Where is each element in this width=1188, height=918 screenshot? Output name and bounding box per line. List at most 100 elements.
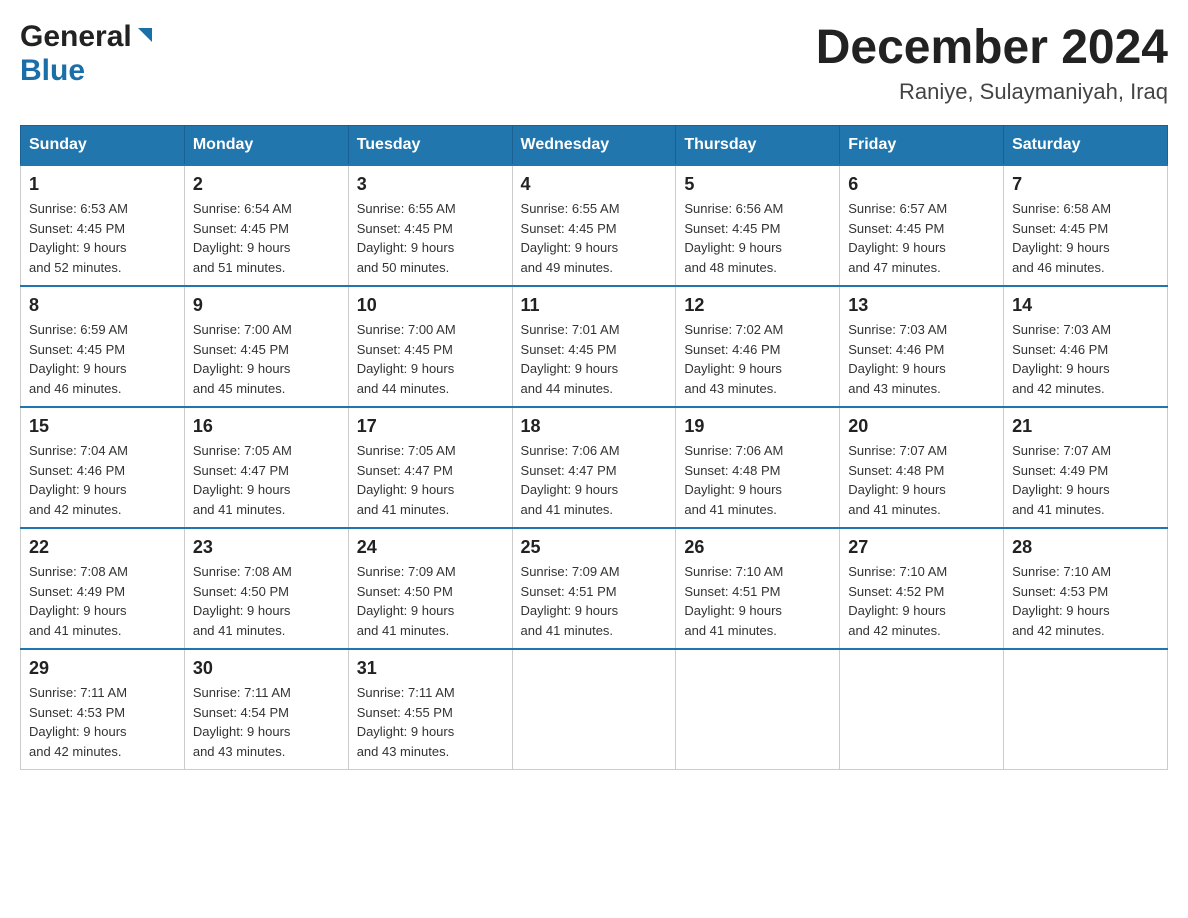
calendar-cell: 9 Sunrise: 7:00 AMSunset: 4:45 PMDayligh…	[184, 286, 348, 407]
day-number: 12	[684, 295, 831, 316]
day-info: Sunrise: 7:08 AMSunset: 4:50 PMDaylight:…	[193, 564, 292, 638]
calendar-cell: 4 Sunrise: 6:55 AMSunset: 4:45 PMDayligh…	[512, 165, 676, 286]
calendar-cell: 7 Sunrise: 6:58 AMSunset: 4:45 PMDayligh…	[1004, 165, 1168, 286]
col-header-tuesday: Tuesday	[348, 126, 512, 166]
day-number: 19	[684, 416, 831, 437]
calendar-cell: 29 Sunrise: 7:11 AMSunset: 4:53 PMDaylig…	[21, 649, 185, 770]
header: General Blue December 2024 Raniye, Sulay…	[20, 20, 1168, 105]
day-number: 25	[521, 537, 668, 558]
col-header-friday: Friday	[840, 126, 1004, 166]
day-number: 18	[521, 416, 668, 437]
day-number: 21	[1012, 416, 1159, 437]
day-info: Sunrise: 7:01 AMSunset: 4:45 PMDaylight:…	[521, 322, 620, 396]
calendar-cell: 30 Sunrise: 7:11 AMSunset: 4:54 PMDaylig…	[184, 649, 348, 770]
calendar-cell: 11 Sunrise: 7:01 AMSunset: 4:45 PMDaylig…	[512, 286, 676, 407]
day-info: Sunrise: 6:58 AMSunset: 4:45 PMDaylight:…	[1012, 201, 1111, 275]
day-number: 31	[357, 658, 504, 679]
col-header-saturday: Saturday	[1004, 126, 1168, 166]
calendar-cell: 5 Sunrise: 6:56 AMSunset: 4:45 PMDayligh…	[676, 165, 840, 286]
day-info: Sunrise: 7:09 AMSunset: 4:50 PMDaylight:…	[357, 564, 456, 638]
calendar-cell	[676, 649, 840, 770]
day-info: Sunrise: 6:54 AMSunset: 4:45 PMDaylight:…	[193, 201, 292, 275]
day-info: Sunrise: 7:06 AMSunset: 4:48 PMDaylight:…	[684, 443, 783, 517]
week-row-4: 22 Sunrise: 7:08 AMSunset: 4:49 PMDaylig…	[21, 528, 1168, 649]
calendar-cell	[512, 649, 676, 770]
week-row-2: 8 Sunrise: 6:59 AMSunset: 4:45 PMDayligh…	[21, 286, 1168, 407]
day-number: 8	[29, 295, 176, 316]
calendar-cell: 21 Sunrise: 7:07 AMSunset: 4:49 PMDaylig…	[1004, 407, 1168, 528]
week-row-1: 1 Sunrise: 6:53 AMSunset: 4:45 PMDayligh…	[21, 165, 1168, 286]
day-info: Sunrise: 7:02 AMSunset: 4:46 PMDaylight:…	[684, 322, 783, 396]
calendar-cell: 12 Sunrise: 7:02 AMSunset: 4:46 PMDaylig…	[676, 286, 840, 407]
calendar-cell: 25 Sunrise: 7:09 AMSunset: 4:51 PMDaylig…	[512, 528, 676, 649]
day-info: Sunrise: 7:00 AMSunset: 4:45 PMDaylight:…	[193, 322, 292, 396]
day-number: 5	[684, 174, 831, 195]
week-row-5: 29 Sunrise: 7:11 AMSunset: 4:53 PMDaylig…	[21, 649, 1168, 770]
day-info: Sunrise: 7:05 AMSunset: 4:47 PMDaylight:…	[193, 443, 292, 517]
day-number: 9	[193, 295, 340, 316]
day-number: 29	[29, 658, 176, 679]
calendar-cell: 13 Sunrise: 7:03 AMSunset: 4:46 PMDaylig…	[840, 286, 1004, 407]
calendar-cell: 15 Sunrise: 7:04 AMSunset: 4:46 PMDaylig…	[21, 407, 185, 528]
day-info: Sunrise: 7:08 AMSunset: 4:49 PMDaylight:…	[29, 564, 128, 638]
col-header-sunday: Sunday	[21, 126, 185, 166]
logo: General Blue	[20, 20, 156, 88]
day-info: Sunrise: 7:10 AMSunset: 4:53 PMDaylight:…	[1012, 564, 1111, 638]
month-title: December 2024	[816, 20, 1168, 75]
day-number: 17	[357, 416, 504, 437]
calendar-cell: 17 Sunrise: 7:05 AMSunset: 4:47 PMDaylig…	[348, 407, 512, 528]
day-info: Sunrise: 6:53 AMSunset: 4:45 PMDaylight:…	[29, 201, 128, 275]
day-number: 22	[29, 537, 176, 558]
day-number: 3	[357, 174, 504, 195]
day-info: Sunrise: 7:03 AMSunset: 4:46 PMDaylight:…	[1012, 322, 1111, 396]
calendar-cell: 6 Sunrise: 6:57 AMSunset: 4:45 PMDayligh…	[840, 165, 1004, 286]
day-number: 16	[193, 416, 340, 437]
day-info: Sunrise: 7:05 AMSunset: 4:47 PMDaylight:…	[357, 443, 456, 517]
day-number: 15	[29, 416, 176, 437]
day-info: Sunrise: 7:04 AMSunset: 4:46 PMDaylight:…	[29, 443, 128, 517]
calendar-cell: 10 Sunrise: 7:00 AMSunset: 4:45 PMDaylig…	[348, 286, 512, 407]
day-number: 7	[1012, 174, 1159, 195]
logo-triangle-icon	[134, 24, 156, 46]
logo-blue: Blue	[20, 54, 85, 87]
col-header-thursday: Thursday	[676, 126, 840, 166]
week-row-3: 15 Sunrise: 7:04 AMSunset: 4:46 PMDaylig…	[21, 407, 1168, 528]
day-info: Sunrise: 7:09 AMSunset: 4:51 PMDaylight:…	[521, 564, 620, 638]
calendar-cell: 1 Sunrise: 6:53 AMSunset: 4:45 PMDayligh…	[21, 165, 185, 286]
calendar-cell: 31 Sunrise: 7:11 AMSunset: 4:55 PMDaylig…	[348, 649, 512, 770]
title-area: December 2024 Raniye, Sulaymaniyah, Iraq	[816, 20, 1168, 105]
day-info: Sunrise: 7:11 AMSunset: 4:55 PMDaylight:…	[357, 685, 455, 759]
logo-general: General	[20, 20, 132, 54]
calendar-cell	[1004, 649, 1168, 770]
day-info: Sunrise: 6:57 AMSunset: 4:45 PMDaylight:…	[848, 201, 947, 275]
day-number: 27	[848, 537, 995, 558]
day-number: 26	[684, 537, 831, 558]
location-title: Raniye, Sulaymaniyah, Iraq	[816, 79, 1168, 105]
day-number: 24	[357, 537, 504, 558]
day-number: 2	[193, 174, 340, 195]
day-number: 10	[357, 295, 504, 316]
calendar-cell: 22 Sunrise: 7:08 AMSunset: 4:49 PMDaylig…	[21, 528, 185, 649]
calendar-cell: 24 Sunrise: 7:09 AMSunset: 4:50 PMDaylig…	[348, 528, 512, 649]
day-info: Sunrise: 7:06 AMSunset: 4:47 PMDaylight:…	[521, 443, 620, 517]
day-info: Sunrise: 7:03 AMSunset: 4:46 PMDaylight:…	[848, 322, 947, 396]
day-info: Sunrise: 6:56 AMSunset: 4:45 PMDaylight:…	[684, 201, 783, 275]
day-number: 30	[193, 658, 340, 679]
day-info: Sunrise: 6:55 AMSunset: 4:45 PMDaylight:…	[357, 201, 456, 275]
calendar-cell: 2 Sunrise: 6:54 AMSunset: 4:45 PMDayligh…	[184, 165, 348, 286]
calendar-cell	[840, 649, 1004, 770]
day-number: 4	[521, 174, 668, 195]
calendar-cell: 26 Sunrise: 7:10 AMSunset: 4:51 PMDaylig…	[676, 528, 840, 649]
day-info: Sunrise: 7:10 AMSunset: 4:51 PMDaylight:…	[684, 564, 783, 638]
calendar-cell: 28 Sunrise: 7:10 AMSunset: 4:53 PMDaylig…	[1004, 528, 1168, 649]
day-number: 20	[848, 416, 995, 437]
day-number: 1	[29, 174, 176, 195]
day-info: Sunrise: 7:07 AMSunset: 4:49 PMDaylight:…	[1012, 443, 1111, 517]
calendar-cell: 19 Sunrise: 7:06 AMSunset: 4:48 PMDaylig…	[676, 407, 840, 528]
calendar-cell: 27 Sunrise: 7:10 AMSunset: 4:52 PMDaylig…	[840, 528, 1004, 649]
day-info: Sunrise: 7:07 AMSunset: 4:48 PMDaylight:…	[848, 443, 947, 517]
calendar-cell: 14 Sunrise: 7:03 AMSunset: 4:46 PMDaylig…	[1004, 286, 1168, 407]
day-number: 13	[848, 295, 995, 316]
col-header-monday: Monday	[184, 126, 348, 166]
calendar-cell: 23 Sunrise: 7:08 AMSunset: 4:50 PMDaylig…	[184, 528, 348, 649]
